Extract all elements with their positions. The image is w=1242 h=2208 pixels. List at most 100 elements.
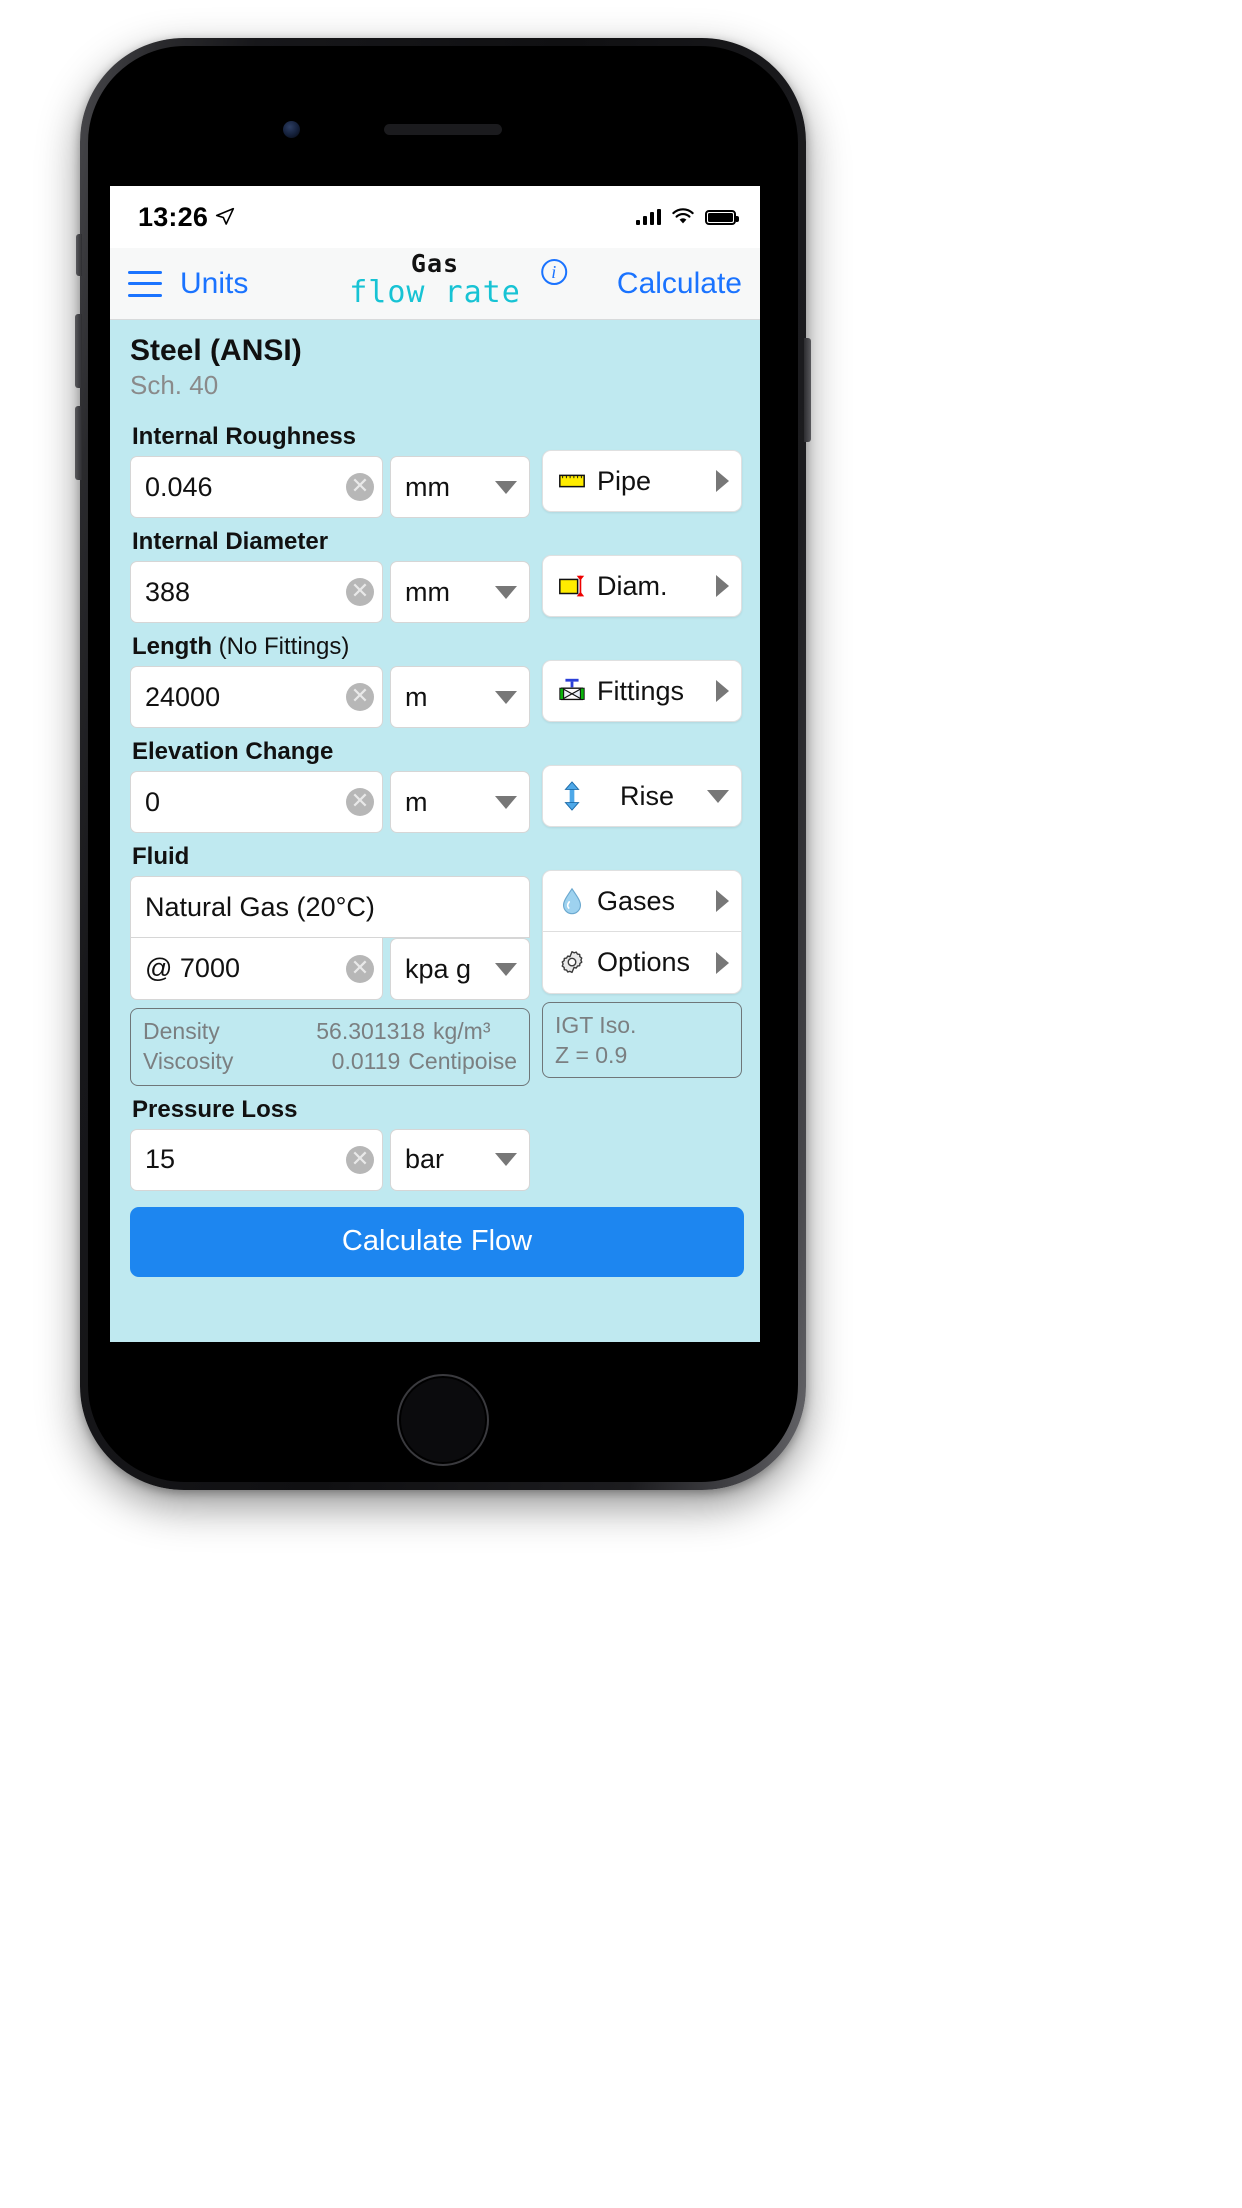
options-button[interactable]: Options bbox=[542, 932, 742, 994]
fluid-pressure-field: @ 7000 ✕ kpa g bbox=[130, 938, 530, 1000]
length-unit-select[interactable]: m bbox=[390, 666, 530, 728]
app-content: Steel (ANSI) Sch. 40 Internal Roughness … bbox=[110, 320, 760, 1342]
chevron-down-icon bbox=[495, 962, 517, 976]
length-input[interactable]: 24000 ✕ bbox=[130, 666, 383, 728]
status-time: 13:26 bbox=[138, 201, 209, 232]
gases-button-label: Gases bbox=[597, 885, 676, 916]
roughness-right: Pipe bbox=[542, 413, 742, 512]
chevron-down-icon bbox=[495, 1153, 517, 1167]
density-unit: kg/m³ bbox=[433, 1018, 491, 1044]
hamburger-menu-icon[interactable] bbox=[128, 270, 162, 297]
diameter-field: 388 ✕ mm bbox=[130, 561, 530, 623]
chevron-down-icon bbox=[495, 795, 517, 809]
diameter-right: Diam. bbox=[542, 518, 742, 617]
pipe-button-label: Pipe bbox=[597, 465, 652, 496]
pressure-loss-field: 15 ✕ bar bbox=[130, 1128, 530, 1191]
pressure-loss-unit-value: bar bbox=[405, 1144, 445, 1175]
elevation-left: Elevation Change 0 ✕ m bbox=[130, 728, 530, 833]
fluid-name-field[interactable]: Natural Gas (20°C) bbox=[130, 876, 530, 938]
pressure-loss-input[interactable]: 15 ✕ bbox=[130, 1128, 383, 1191]
chevron-right-icon bbox=[716, 575, 729, 597]
front-camera bbox=[283, 121, 300, 138]
diameter-value: 388 bbox=[145, 576, 191, 607]
fittings-button[interactable]: Fittings bbox=[542, 660, 742, 722]
length-label-main: Length bbox=[132, 633, 212, 660]
viscosity-line: Viscosity 0.0119 Centipoise bbox=[143, 1046, 517, 1076]
home-button[interactable] bbox=[397, 1374, 489, 1466]
viscosity-unit: Centipoise bbox=[408, 1048, 517, 1075]
phone-device-frame: 13:26 Units Gas flow rate i Calculate St… bbox=[75, 38, 811, 1490]
status-bar: 13:26 bbox=[110, 186, 760, 248]
length-label: Length (No Fittings) bbox=[132, 633, 530, 661]
iso-line-2: Z = 0.9 bbox=[555, 1042, 628, 1069]
elevation-input[interactable]: 0 ✕ bbox=[130, 771, 383, 833]
volume-down-button[interactable] bbox=[75, 406, 82, 480]
battery-full-icon bbox=[705, 209, 739, 225]
gear-icon bbox=[561, 950, 583, 973]
page-title: Steel (ANSI) bbox=[130, 334, 302, 367]
clear-icon[interactable]: ✕ bbox=[346, 473, 374, 501]
fluid-left: Fluid Natural Gas (20°C) @ 7000 ✕ kpa g bbox=[130, 833, 530, 1086]
gases-button[interactable]: Gases bbox=[542, 870, 742, 932]
droplet-icon bbox=[562, 887, 582, 915]
diameter-label: Internal Diameter bbox=[132, 528, 329, 555]
chevron-down-icon bbox=[707, 789, 729, 803]
pipe-button[interactable]: Pipe bbox=[542, 450, 742, 512]
diam-button[interactable]: Diam. bbox=[542, 555, 742, 617]
clear-icon[interactable]: ✕ bbox=[346, 954, 374, 983]
pipe-schedule: Sch. 40 bbox=[130, 370, 219, 400]
clear-icon[interactable]: ✕ bbox=[346, 578, 374, 606]
chevron-right-icon bbox=[716, 470, 729, 492]
units-button[interactable]: Units bbox=[180, 267, 248, 301]
roughness-value: 0.046 bbox=[145, 471, 213, 502]
diameter-left: Internal Diameter 388 ✕ mm bbox=[130, 518, 530, 623]
viscosity-value: 0.0119 bbox=[331, 1048, 401, 1075]
calculate-flow-button[interactable]: Calculate Flow bbox=[130, 1206, 744, 1277]
wifi-icon bbox=[672, 208, 694, 224]
chevron-down-icon bbox=[495, 585, 517, 599]
chevron-right-icon bbox=[716, 680, 729, 702]
chevron-right-icon bbox=[716, 951, 729, 974]
clear-icon[interactable]: ✕ bbox=[346, 683, 374, 711]
roughness-label: Internal Roughness bbox=[132, 423, 357, 450]
diameter-row: Internal Diameter 388 ✕ mm Diam. bbox=[130, 518, 746, 623]
fluid-right: Gases Options IGT Iso. Z = 0.9 bbox=[542, 833, 742, 1078]
fluid-label: Fluid bbox=[132, 843, 190, 870]
pressure-loss-unit-select[interactable]: bar bbox=[390, 1128, 530, 1191]
pressure-loss-value: 15 bbox=[145, 1144, 176, 1175]
elevation-field: 0 ✕ m bbox=[130, 771, 530, 833]
fluid-pressure-input[interactable]: @ 7000 ✕ bbox=[130, 938, 383, 1000]
clear-icon[interactable]: ✕ bbox=[346, 1145, 374, 1174]
elevation-unit-value: m bbox=[405, 786, 428, 817]
pressure-loss-label: Pressure Loss bbox=[132, 1095, 298, 1123]
diameter-input[interactable]: 388 ✕ bbox=[130, 561, 383, 623]
earpiece-speaker bbox=[384, 124, 502, 135]
brand-gas-text: Gas bbox=[410, 249, 460, 278]
elevation-unit-select[interactable]: m bbox=[390, 771, 530, 833]
pipe-material-header: Steel (ANSI) Sch. 40 bbox=[130, 334, 746, 401]
length-value: 24000 bbox=[145, 681, 221, 712]
diameter-unit-select[interactable]: mm bbox=[390, 561, 530, 623]
calculate-nav-button[interactable]: Calculate bbox=[617, 267, 742, 301]
rise-button[interactable]: Rise bbox=[542, 765, 742, 827]
info-circle-icon[interactable]: i bbox=[540, 259, 567, 285]
power-button[interactable] bbox=[804, 338, 811, 442]
location-arrow-icon bbox=[215, 207, 235, 225]
roughness-unit-select[interactable]: mm bbox=[390, 456, 530, 518]
pipe-icon bbox=[559, 474, 585, 488]
density-value: 56.301318 bbox=[316, 1018, 425, 1044]
diam-button-label: Diam. bbox=[597, 570, 668, 601]
iso-info-box: IGT Iso. Z = 0.9 bbox=[542, 1002, 742, 1078]
clear-icon[interactable]: ✕ bbox=[346, 788, 374, 816]
viscosity-label: Viscosity bbox=[143, 1048, 234, 1075]
fluid-pressure-unit-select[interactable]: kpa g bbox=[390, 938, 530, 1000]
chevron-down-icon bbox=[495, 480, 517, 494]
phone-screen: 13:26 Units Gas flow rate i Calculate St… bbox=[110, 186, 760, 1342]
roughness-input[interactable]: 0.046 ✕ bbox=[130, 456, 383, 518]
roughness-left: Internal Roughness 0.046 ✕ mm bbox=[130, 413, 530, 518]
volume-up-button[interactable] bbox=[75, 314, 82, 388]
elevation-value: 0 bbox=[145, 786, 161, 817]
brand-flowrate-text: flow rate bbox=[349, 275, 521, 310]
elevation-row: Elevation Change 0 ✕ m Rise bbox=[130, 728, 746, 833]
silent-switch[interactable] bbox=[76, 234, 82, 276]
